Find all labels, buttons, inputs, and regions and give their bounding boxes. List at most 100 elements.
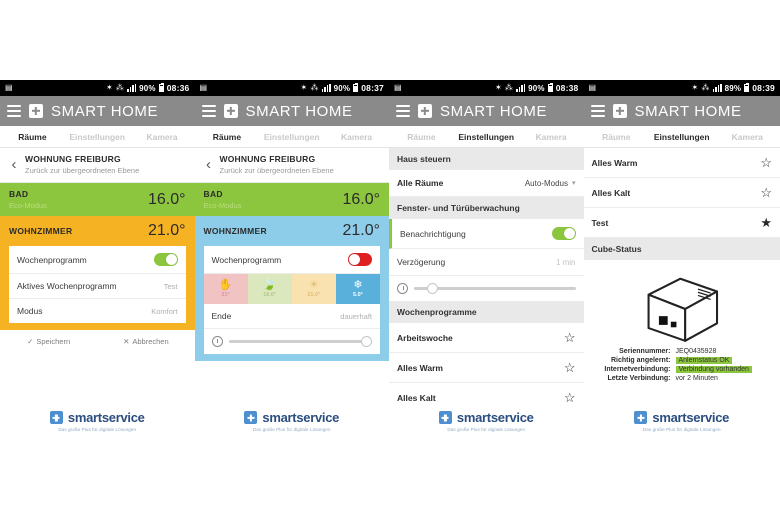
row-value: 1 min [555,257,576,267]
room-row-bad[interactable]: BAD Eco-Modus 16.0° [194,183,389,216]
cancel-button[interactable]: ✕ Abbrechen [97,337,194,346]
tab-einstellungen[interactable]: Einstellungen [454,132,519,142]
tab-kamera[interactable]: Kamera [715,132,780,142]
row-test[interactable]: Test ★ [583,208,780,238]
caret-down-icon[interactable]: ▾ [572,179,576,187]
mode-value: 21° [221,292,230,298]
mode-value: 16.0° [263,292,277,298]
tab-bar: Räume Einstellungen Kamera [0,126,195,148]
signal-icon [516,84,526,92]
wochenprogramm-toggle[interactable] [348,253,372,266]
app-title: SMART HOME [51,102,159,120]
cross-icon: ✕ [123,337,130,346]
tab-kamera[interactable]: Kamera [324,132,389,142]
room-row-wohnzimmer[interactable]: WOHNZIMMER 21.0° [0,216,195,246]
star-outline-icon[interactable]: ☆ [564,361,576,374]
row-benachrichtigung[interactable]: Benachrichtigung [389,219,584,249]
check-icon: ✓ [27,337,34,346]
star-filled-icon[interactable]: ★ [760,216,772,229]
field-value: JEQ0435928 [675,348,717,355]
location-subtitle: Zurück zur übergeordneten Ebene [25,166,140,175]
tab-kamera[interactable]: Kamera [130,132,195,142]
row-alles-warm[interactable]: Alles Warm ☆ [389,353,584,383]
row-value[interactable]: Auto-Modus ▾ [525,179,576,188]
chevron-left-icon[interactable]: ‹ [201,157,217,172]
row-label: Arbeitswoche [397,332,453,343]
field-key: Letzte Verbindung: [607,375,671,382]
wochenprogramm-toggle[interactable] [153,253,178,266]
tab-einstellungen[interactable]: Einstellungen [65,132,130,142]
signal-icon [712,84,722,92]
battery-icon [547,83,553,92]
tab-einstellungen[interactable]: Einstellungen [259,132,324,142]
chevron-left-icon[interactable]: ‹ [6,157,22,172]
slider-handle[interactable] [361,336,372,347]
row-wochenprogramm[interactable]: Wochenprogramm [9,246,186,274]
tab-raeume[interactable]: Räume [584,132,650,142]
tab-kamera[interactable]: Kamera [519,132,584,142]
tab-raeume[interactable]: Räume [0,132,65,142]
row-alles-warm[interactable]: Alles Warm ☆ [583,148,780,178]
tab-raeume[interactable]: Räume [195,132,260,142]
room-detail-panel: Wochenprogramm ✋ 21° 🍃 16.0° ☀ 21.0° ❄ 5… [194,246,389,361]
row-label: Alles Kalt [591,187,631,198]
row-ende[interactable]: Ende dauerhaft [203,304,380,329]
slider-handle[interactable] [426,283,438,294]
row-label: Wochenprogramm [17,254,87,265]
tab-raeume[interactable]: Räume [389,132,454,142]
hamburger-icon[interactable] [7,105,21,117]
battery-percent: 89% [724,83,742,93]
section-cube-status: Cube-Status [583,238,780,260]
mode-eco[interactable]: 🍃 16.0° [247,274,292,304]
screenshot-icon: ▤ [199,83,208,92]
table-row: Richtig angelernt: Anlernstatus OK [590,357,775,364]
status-bar: ▤ ✶ ⁂ 90% 08:38 [389,80,584,96]
room-name: WOHNZIMMER [203,226,267,236]
cancel-label: Abbrechen [132,337,169,346]
hamburger-icon[interactable] [201,105,216,117]
star-outline-icon[interactable]: ☆ [760,186,772,199]
status-time: 08:36 [166,83,190,93]
row-modus[interactable]: Modus Komfort [9,299,186,323]
hamburger-icon[interactable] [396,105,410,117]
row-alles-kalt[interactable]: Alles Kalt ☆ [583,178,780,208]
mode-frostschutz[interactable]: ❄ 5.0° [335,274,380,304]
row-alle-raeume[interactable]: Alle Räume Auto-Modus ▾ [389,170,584,197]
row-verzoegerung[interactable]: Verzögerung 1 min [389,249,584,276]
brand-name: smartservice [262,410,340,425]
clock-icon [211,336,223,347]
phone-screenshot-strip: ▤ ✶ ⁂ 90% 08:36 SMART HOME Räume Einstel… [0,80,780,440]
brand-name: smartservice [456,410,534,425]
row-label: Alles Warm [397,362,443,373]
star-outline-icon[interactable]: ☆ [564,331,576,344]
save-button[interactable]: ✓ Speichern [0,337,97,346]
room-row-wohnzimmer[interactable]: WOHNZIMMER 21.0° [194,216,389,246]
status-time: 08:38 [555,83,579,93]
row-label: Alle Räume [397,178,444,188]
back-header[interactable]: ‹ WOHNUNG FREIBURG Zurück zur übergeordn… [194,148,389,183]
benachrichtigung-toggle[interactable] [551,227,576,240]
bluetooth-icon: ✶ [300,83,308,92]
hamburger-icon[interactable] [590,105,605,117]
app-bar: SMART HOME [194,96,389,126]
room-name: BAD [203,189,223,199]
row-label: Alles Warm [591,157,638,168]
plus-square-icon [29,104,43,118]
tab-einstellungen[interactable]: Einstellungen [649,132,715,142]
section-fenster-tuer: Fenster- und Türüberwachung [389,197,584,219]
row-wochenprogramm[interactable]: Wochenprogramm [203,246,380,274]
verzoegerung-slider[interactable] [414,283,576,294]
brand-footer: smartservice Das große Plus für digitale… [194,404,389,440]
room-row-bad[interactable]: BAD Eco-Modus 16.0° [0,183,195,216]
mode-komfort[interactable]: ☀ 21.0° [291,274,336,304]
duration-slider[interactable] [228,336,372,347]
mode-manuell[interactable]: ✋ 21° [203,274,248,304]
back-header[interactable]: ‹ WOHNUNG FREIBURG Zurück zur übergeordn… [0,148,195,183]
tab-bar: Räume Einstellungen Kamera [583,126,780,148]
table-row: Letzte Verbindung: vor 2 Minuten [590,375,775,382]
star-outline-icon[interactable]: ☆ [564,391,576,404]
star-outline-icon[interactable]: ☆ [760,156,772,169]
row-arbeitswoche[interactable]: Arbeitswoche ☆ [389,323,584,353]
row-aktives-wochenprogramm[interactable]: Aktives Wochenprogramm Test [9,274,186,299]
location-subtitle: Zurück zur übergeordneten Ebene [219,166,334,175]
